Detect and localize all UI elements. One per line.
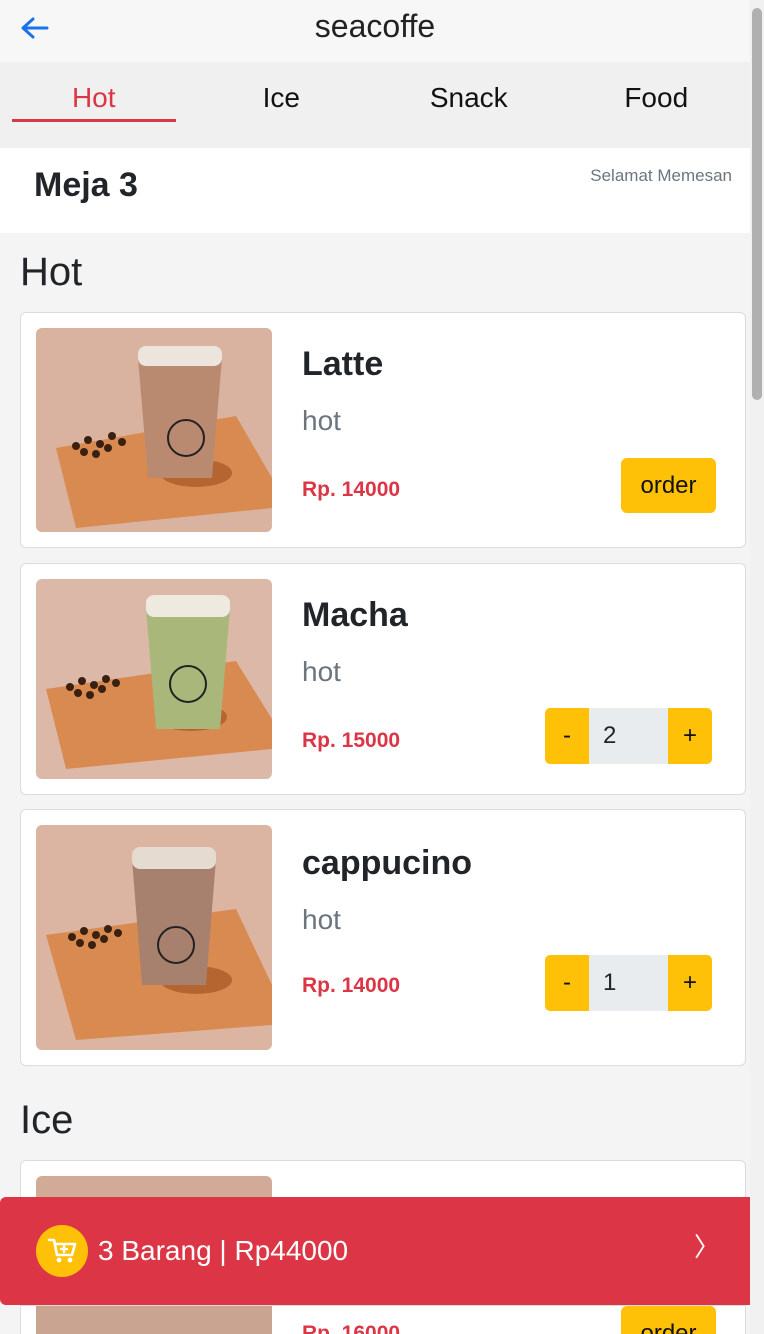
section-title-ice: Ice — [20, 1098, 74, 1142]
table-name: Meja 3 — [34, 166, 138, 204]
app-title: seacoffe — [314, 8, 436, 44]
cart-plus-icon — [36, 1225, 88, 1277]
scrollbar[interactable] — [750, 0, 764, 1334]
decrease-button[interactable]: - — [545, 708, 589, 764]
category-tabs: Hot Ice Snack Food — [0, 62, 750, 148]
item-description: hot — [302, 656, 341, 687]
product-image — [36, 579, 272, 779]
tab-hot[interactable]: Hot — [0, 62, 188, 148]
scrollbar-thumb[interactable] — [752, 8, 762, 400]
quantity-stepper: - 2 + — [545, 708, 716, 764]
decrease-button[interactable]: - — [545, 955, 589, 1011]
item-name: Macha — [302, 596, 408, 634]
item-description: hot — [302, 904, 341, 935]
section-title-hot: Hot — [20, 250, 83, 294]
product-image — [36, 1306, 272, 1334]
menu-card: Latte hot Rp. 14000 order — [20, 312, 746, 548]
tab-food[interactable]: Food — [563, 62, 751, 148]
cart-summary-text: 3 Barang | Rp44000 — [98, 1235, 349, 1266]
product-image — [36, 825, 272, 1050]
quantity-input[interactable]: 1 — [589, 955, 668, 1011]
chevron-right-icon: 〉 — [693, 1232, 720, 1262]
increase-button[interactable]: + — [668, 955, 712, 1011]
quantity-stepper: - 1 + — [545, 955, 716, 1011]
table-header: Meja 3 Selamat Memesan — [0, 148, 750, 233]
tab-ice[interactable]: Ice — [188, 62, 376, 148]
quantity-input[interactable]: 2 — [589, 708, 668, 764]
tab-snack[interactable]: Snack — [375, 62, 563, 148]
order-button[interactable]: order — [621, 458, 716, 513]
menu-card: cappucino hot Rp. 14000 - 1 + — [20, 809, 746, 1066]
item-description: hot — [302, 405, 341, 436]
order-button[interactable]: order — [621, 1306, 716, 1334]
item-name: Latte — [302, 345, 384, 383]
item-price: Rp. 15000 — [302, 729, 401, 752]
item-price: Rp. 16000 — [302, 1322, 401, 1334]
cart-summary-bar[interactable]: 3 Barang | Rp44000 〉 — [0, 1197, 764, 1305]
menu-card: Rp. 16000 order — [20, 1305, 746, 1334]
product-image — [36, 328, 272, 532]
item-price: Rp. 14000 — [302, 974, 401, 997]
greeting-text: Selamat Memesan — [590, 166, 732, 185]
item-price: Rp. 14000 — [302, 478, 401, 501]
menu-card — [20, 1160, 746, 1216]
top-bar: seacoffe — [0, 0, 750, 62]
increase-button[interactable]: + — [668, 708, 712, 764]
menu-card: Macha hot Rp. 15000 - 2 + — [20, 563, 746, 795]
item-name: cappucino — [302, 844, 473, 882]
